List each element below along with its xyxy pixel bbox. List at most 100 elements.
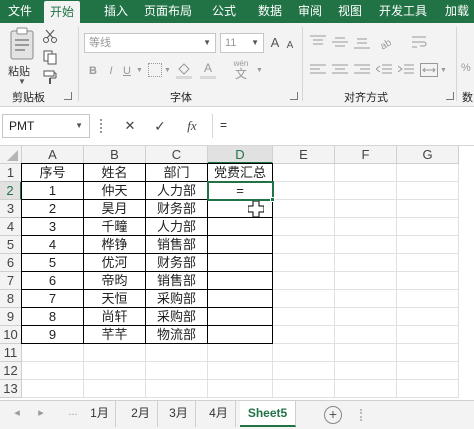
select-all-button[interactable] bbox=[0, 146, 22, 164]
cell-G4[interactable] bbox=[397, 218, 459, 236]
cell-C1[interactable]: 部门 bbox=[146, 164, 208, 182]
sheet-bar-grip-icon[interactable] bbox=[360, 409, 363, 421]
cell-G9[interactable] bbox=[397, 308, 459, 326]
cell-C6[interactable]: 财务部 bbox=[146, 254, 208, 272]
ribbon-tab[interactable]: 开发工具 bbox=[374, 0, 432, 23]
row-header[interactable]: 9 bbox=[0, 308, 22, 326]
font-launcher-icon[interactable] bbox=[290, 92, 298, 100]
ribbon-tab[interactable]: 文件 bbox=[2, 0, 38, 23]
cell-G8[interactable] bbox=[397, 290, 459, 308]
cell-E10[interactable] bbox=[273, 326, 335, 344]
cell-A9[interactable]: 8 bbox=[22, 308, 84, 326]
row-header[interactable]: 12 bbox=[0, 362, 22, 380]
row-header[interactable]: 6 bbox=[0, 254, 22, 272]
cell-D13[interactable] bbox=[208, 380, 273, 398]
cell-F12[interactable] bbox=[335, 362, 397, 380]
sheet-tab[interactable]: 4月 bbox=[202, 401, 236, 427]
cell-F4[interactable] bbox=[335, 218, 397, 236]
font-size-select[interactable]: 11 ▼ bbox=[220, 33, 264, 53]
cell-G12[interactable] bbox=[397, 362, 459, 380]
cell-A6[interactable]: 5 bbox=[22, 254, 84, 272]
cut-button[interactable] bbox=[42, 28, 60, 44]
column-header[interactable]: A bbox=[22, 146, 84, 164]
fill-color-button[interactable] bbox=[176, 61, 192, 79]
font-name-select[interactable]: 等线 ▼ bbox=[84, 33, 216, 53]
merge-center-icon[interactable] bbox=[420, 63, 438, 77]
insert-function-button[interactable]: fx bbox=[180, 116, 204, 136]
sheet-tabs-more-button[interactable]: ... bbox=[64, 406, 82, 422]
cell-E2[interactable] bbox=[273, 182, 335, 200]
formula-input[interactable]: = bbox=[214, 114, 472, 138]
cell-G6[interactable] bbox=[397, 254, 459, 272]
cell-A11[interactable] bbox=[22, 344, 84, 362]
cell-B13[interactable] bbox=[84, 380, 146, 398]
underline-button[interactable]: U bbox=[120, 63, 134, 79]
sheet-nav-next-button[interactable]: ▸ bbox=[34, 406, 48, 422]
cell-D12[interactable] bbox=[208, 362, 273, 380]
ribbon-tab[interactable]: 加载 bbox=[440, 0, 474, 23]
bold-button[interactable]: B bbox=[86, 63, 100, 79]
paste-button[interactable]: 粘贴 ▼ bbox=[6, 27, 38, 86]
cell-G2[interactable] bbox=[397, 182, 459, 200]
increase-indent-icon[interactable] bbox=[398, 63, 414, 77]
italic-button[interactable]: I bbox=[104, 63, 118, 79]
borders-button[interactable] bbox=[148, 63, 162, 77]
cell-D11[interactable] bbox=[208, 344, 273, 362]
cell-A12[interactable] bbox=[22, 362, 84, 380]
sheet-tab[interactable]: Sheet5 bbox=[240, 401, 296, 427]
cell-B2[interactable]: 仲天 bbox=[84, 182, 146, 200]
cell-F8[interactable] bbox=[335, 290, 397, 308]
row-header[interactable]: 1 bbox=[0, 164, 22, 182]
cell-C10[interactable]: 物流部 bbox=[146, 326, 208, 344]
row-header[interactable]: 11 bbox=[0, 344, 22, 362]
cell-E12[interactable] bbox=[273, 362, 335, 380]
ribbon-tab[interactable]: 公式 bbox=[206, 0, 242, 23]
cell-D10[interactable] bbox=[208, 326, 273, 344]
cell-G10[interactable] bbox=[397, 326, 459, 344]
row-header[interactable]: 13 bbox=[0, 380, 22, 398]
cell-A3[interactable]: 2 bbox=[22, 200, 84, 218]
column-header[interactable]: G bbox=[397, 146, 459, 164]
column-header[interactable]: D bbox=[208, 146, 273, 164]
cell-G3[interactable] bbox=[397, 200, 459, 218]
add-sheet-button[interactable]: + bbox=[324, 406, 342, 424]
cell-C13[interactable] bbox=[146, 380, 208, 398]
cell-D4[interactable] bbox=[208, 218, 273, 236]
align-center-icon[interactable] bbox=[332, 63, 348, 77]
phonetic-button[interactable]: wén 文 bbox=[230, 59, 252, 81]
cell-F2[interactable] bbox=[335, 182, 397, 200]
row-header[interactable]: 4 bbox=[0, 218, 22, 236]
cell-B12[interactable] bbox=[84, 362, 146, 380]
enter-formula-button[interactable]: ✓ bbox=[150, 116, 170, 136]
cell-B10[interactable]: 芊芊 bbox=[84, 326, 146, 344]
cell-E9[interactable] bbox=[273, 308, 335, 326]
cell-B3[interactable]: 昊月 bbox=[84, 200, 146, 218]
cell-A7[interactable]: 6 bbox=[22, 272, 84, 290]
cell-B8[interactable]: 天恒 bbox=[84, 290, 146, 308]
cell-C7[interactable]: 销售部 bbox=[146, 272, 208, 290]
row-header[interactable]: 8 bbox=[0, 290, 22, 308]
ribbon-tab[interactable]: 开始 bbox=[44, 1, 80, 23]
alignment-launcher-icon[interactable] bbox=[446, 92, 454, 100]
sheet-tab[interactable]: 1月 bbox=[84, 401, 116, 427]
cell-E8[interactable] bbox=[273, 290, 335, 308]
cell-E5[interactable] bbox=[273, 236, 335, 254]
align-bottom-icon[interactable] bbox=[354, 35, 370, 49]
cell-E1[interactable] bbox=[273, 164, 335, 182]
ribbon-tab[interactable]: 视图 bbox=[332, 0, 368, 23]
cell-A5[interactable]: 4 bbox=[22, 236, 84, 254]
format-painter-button[interactable] bbox=[42, 69, 60, 85]
cell-D1[interactable]: 党费汇总 bbox=[208, 164, 273, 182]
fill-handle[interactable] bbox=[270, 197, 275, 202]
cell-F11[interactable] bbox=[335, 344, 397, 362]
cell-G11[interactable] bbox=[397, 344, 459, 362]
cell-G13[interactable] bbox=[397, 380, 459, 398]
cell-D7[interactable] bbox=[208, 272, 273, 290]
decrease-font-size-button[interactable]: A bbox=[284, 37, 296, 54]
cell-C4[interactable]: 人力部 bbox=[146, 218, 208, 236]
ribbon-tab[interactable]: 审阅 bbox=[292, 0, 328, 23]
cell-F3[interactable] bbox=[335, 200, 397, 218]
cell-B5[interactable]: 桦铮 bbox=[84, 236, 146, 254]
sheet-tab[interactable]: 3月 bbox=[162, 401, 196, 427]
cell-B6[interactable]: 优河 bbox=[84, 254, 146, 272]
